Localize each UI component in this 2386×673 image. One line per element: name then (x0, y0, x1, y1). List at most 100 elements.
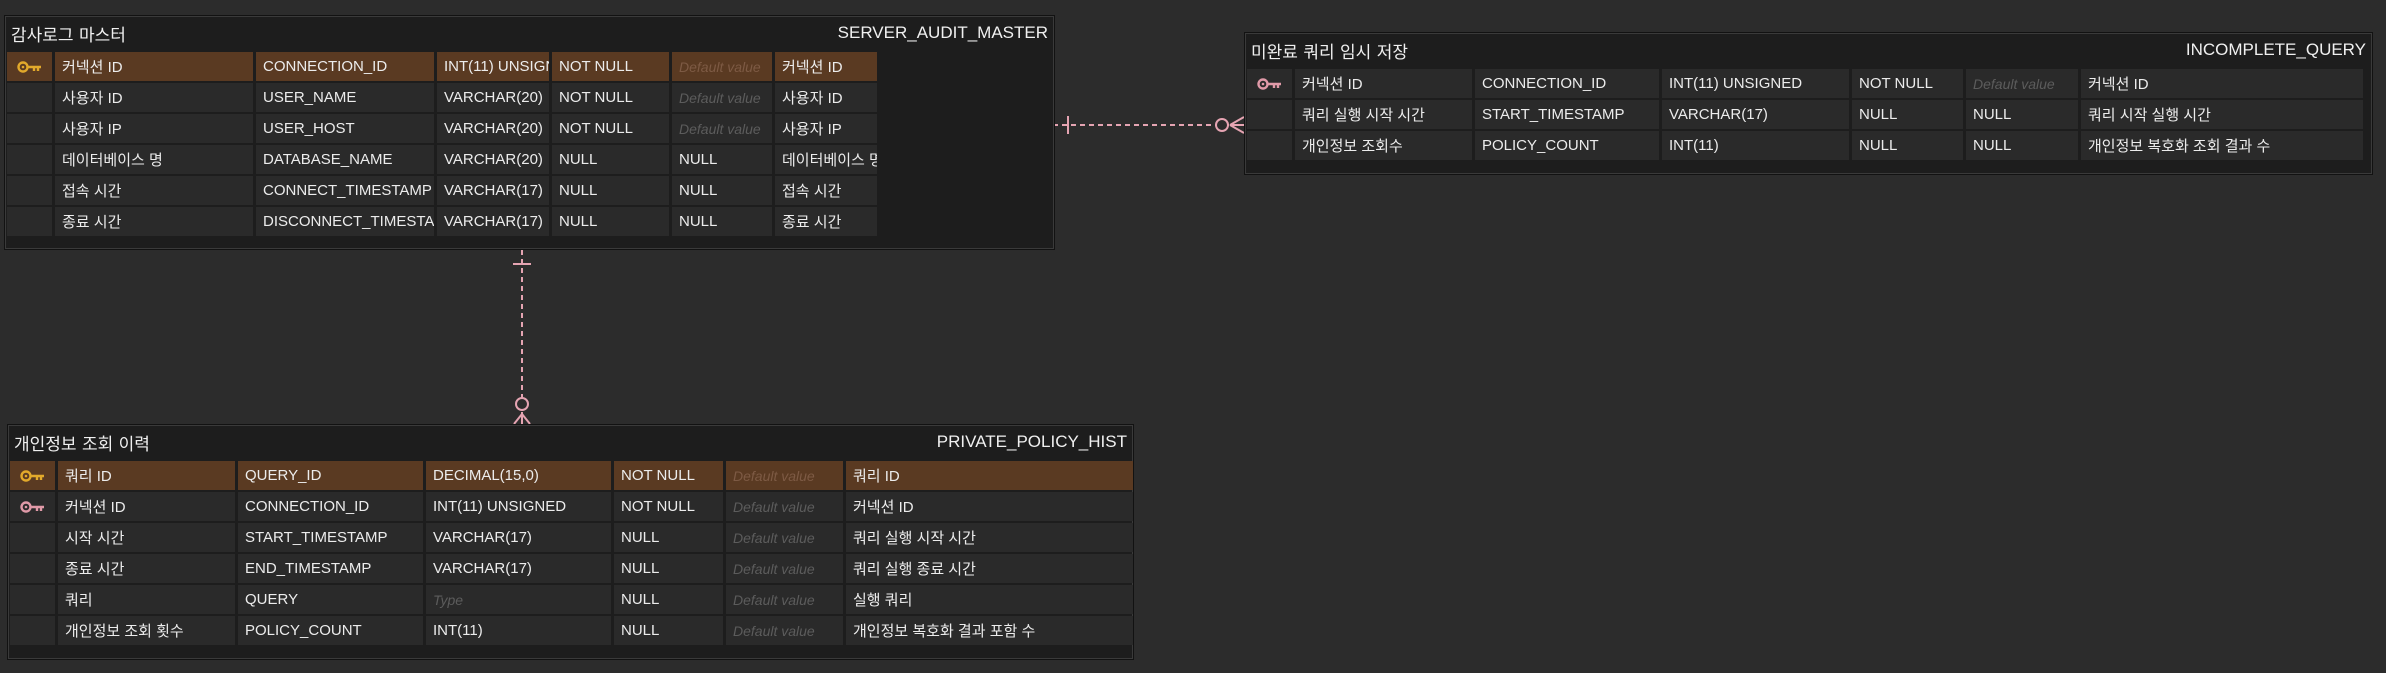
column-default[interactable]: Default value (726, 461, 843, 490)
column-type[interactable]: VARCHAR(17) (437, 176, 549, 205)
table-header[interactable]: 개인정보 조회 이력 PRIVATE_POLICY_HIST (8, 425, 1133, 459)
column-logical-name[interactable]: 쿼리 실행 시작 시간 (1295, 100, 1472, 129)
column-row[interactable]: 종료 시간DISCONNECT_TIMESTAMPVARCHAR(17)NULL… (7, 207, 1052, 236)
column-default[interactable]: Default value (726, 616, 843, 645)
column-row[interactable]: 개인정보 조회수 POLICY_COUNT INT(11) NULL NULL 개인정보 … (1247, 131, 2370, 160)
column-logical-name[interactable]: 종료 시간 (55, 207, 253, 236)
column-logical-name[interactable]: 데이터베이스 명 (55, 145, 253, 174)
column-nullable[interactable]: NOT NULL (1852, 69, 1963, 98)
column-physical-name[interactable]: POLICY_COUNT (238, 616, 423, 645)
column-physical-name[interactable]: USER_NAME (256, 83, 434, 112)
column-type[interactable]: VARCHAR(20) (437, 145, 549, 174)
column-default[interactable]: NULL (672, 207, 772, 236)
column-logical-name[interactable]: 쿼리 ID (58, 461, 235, 490)
column-type[interactable]: VARCHAR(17) (426, 523, 611, 552)
column-type[interactable]: DECIMAL(15,0) (426, 461, 611, 490)
column-physical-name[interactable]: DISCONNECT_TIMESTAMP (256, 207, 434, 236)
column-physical-name[interactable]: CONNECTION_ID (1475, 69, 1659, 98)
column-default[interactable]: Default value (726, 492, 843, 521)
column-physical-name[interactable]: DATABASE_NAME (256, 145, 434, 174)
column-type[interactable]: INT(11) UNSIGNED (426, 492, 611, 521)
column-nullable[interactable]: NULL (552, 145, 669, 174)
column-nullable[interactable]: NULL (1852, 100, 1963, 129)
column-row[interactable]: 쿼리 실행 시작 시간 START_TIMESTAMP VARCHAR(17) NUL… (1247, 100, 2370, 129)
column-row[interactable]: 개인정보 조회 횟수 POLICY_COUNT INT(11) NULL Default… (10, 616, 1133, 645)
column-type[interactable]: VARCHAR(17) (437, 207, 549, 236)
column-row[interactable]: 커넥션 IDCONNECTION_IDINT(11) UNSIGNEDNOT N… (1247, 69, 2370, 98)
column-type[interactable]: VARCHAR(20) (437, 83, 549, 112)
column-physical-name[interactable]: USER_HOST (256, 114, 434, 143)
column-row[interactable]: 커넥션 IDCONNECTION_IDINT(11) UNSIGNEDNOT N… (7, 52, 1052, 81)
column-row[interactable]: 사용자 IP USER_HOST VARCHAR(20) NOT NULL Defaul… (7, 114, 1052, 143)
column-logical-name[interactable]: 커넥션 ID (58, 492, 235, 521)
column-type[interactable]: INT(11) (1662, 131, 1849, 160)
column-default[interactable]: Default value (726, 523, 843, 552)
column-nullable[interactable]: NULL (1852, 131, 1963, 160)
column-default[interactable]: Default value (1966, 69, 2078, 98)
column-type[interactable]: Type (426, 585, 611, 614)
column-logical-name[interactable]: 시작 시간 (58, 523, 235, 552)
column-nullable[interactable]: NULL (614, 523, 723, 552)
column-nullable[interactable]: NULL (614, 616, 723, 645)
column-logical-name[interactable]: 종료 시간 (58, 554, 235, 583)
column-type[interactable]: VARCHAR(17) (426, 554, 611, 583)
column-nullable[interactable]: NOT NULL (552, 83, 669, 112)
column-comment[interactable]: 쿼리 시작 실행 시간 (2081, 100, 2363, 129)
column-logical-name[interactable]: 접속 시간 (55, 176, 253, 205)
column-type[interactable]: VARCHAR(20) (437, 114, 549, 143)
column-row[interactable]: 사용자 ID USER_NAME VARCHAR(20) NOT NULL Defaul… (7, 83, 1052, 112)
column-default[interactable]: Default value (726, 554, 843, 583)
column-physical-name[interactable]: END_TIMESTAMP (238, 554, 423, 583)
column-comment[interactable]: 커넥션 ID (2081, 69, 2363, 98)
column-comment[interactable]: 사용자 IP (775, 114, 877, 143)
column-comment[interactable]: 개인정보 복호화 조회 결과 수 (2081, 131, 2363, 160)
column-default[interactable]: NULL (1966, 100, 2078, 129)
column-logical-name[interactable]: 커넥션 ID (1295, 69, 1472, 98)
column-default[interactable]: NULL (672, 145, 772, 174)
column-comment[interactable]: 데이터베이스 명 (775, 145, 877, 174)
column-default[interactable]: Default value (726, 585, 843, 614)
column-type[interactable]: INT(11) UNSIGNED (437, 52, 549, 81)
relationship-master-policy-hist[interactable] (513, 250, 531, 425)
column-type[interactable]: INT(11) UNSIGNED (1662, 69, 1849, 98)
column-comment[interactable]: 실행 쿼리 (846, 585, 1133, 614)
column-type[interactable]: VARCHAR(17) (1662, 100, 1849, 129)
column-row[interactable]: 데이터베이스 명 DATABASE_NAME VARCHAR(20) NULL NULL… (7, 145, 1052, 174)
column-physical-name[interactable]: START_TIMESTAMP (1475, 100, 1659, 129)
column-comment[interactable]: 커넥션 ID (775, 52, 877, 81)
table-header[interactable]: 감사로그 마스터 SERVER_AUDIT_MASTER (5, 16, 1054, 50)
column-default[interactable]: Default value (672, 114, 772, 143)
column-physical-name[interactable]: QUERY_ID (238, 461, 423, 490)
column-default[interactable]: Default value (672, 52, 772, 81)
column-comment[interactable]: 쿼리 ID (846, 461, 1133, 490)
column-physical-name[interactable]: QUERY (238, 585, 423, 614)
column-nullable[interactable]: NULL (552, 207, 669, 236)
column-default[interactable]: NULL (672, 176, 772, 205)
column-row[interactable]: 쿼리 ID QUERY_ID DECIMAL(15,0) NOT NULL Defaul… (10, 461, 1133, 490)
column-physical-name[interactable]: CONNECTION_ID (238, 492, 423, 521)
column-physical-name[interactable]: START_TIMESTAMP (238, 523, 423, 552)
table-private-policy-hist[interactable]: 개인정보 조회 이력 PRIVATE_POLICY_HIST 쿼리 ID QUER… (7, 424, 1134, 660)
column-type[interactable]: INT(11) (426, 616, 611, 645)
column-comment[interactable]: 쿼리 실행 시작 시간 (846, 523, 1133, 552)
table-incomplete-query[interactable]: 미완료 쿼리 임시 저장 INCOMPLETE_QUERY 커넥션 ID CONN… (1244, 32, 2373, 175)
column-comment[interactable]: 종료 시간 (775, 207, 877, 236)
column-nullable[interactable]: NULL (614, 554, 723, 583)
column-nullable[interactable]: NOT NULL (614, 492, 723, 521)
column-logical-name[interactable]: 개인정보 조회 횟수 (58, 616, 235, 645)
column-nullable[interactable]: NULL (552, 176, 669, 205)
column-logical-name[interactable]: 개인정보 조회수 (1295, 131, 1472, 160)
column-row[interactable]: 시작 시간 START_TIMESTAMP VARCHAR(17) NULL Defau… (10, 523, 1133, 552)
column-comment[interactable]: 개인정보 복호화 결과 포함 수 (846, 616, 1133, 645)
column-physical-name[interactable]: CONNECTION_ID (256, 52, 434, 81)
column-comment[interactable]: 접속 시간 (775, 176, 877, 205)
table-header[interactable]: 미완료 쿼리 임시 저장 INCOMPLETE_QUERY (1245, 33, 2372, 67)
column-row[interactable]: 커넥션 IDCONNECTION_IDINT(11) UNSIGNEDNOT N… (10, 492, 1133, 521)
column-physical-name[interactable]: CONNECT_TIMESTAMP (256, 176, 434, 205)
column-comment[interactable]: 사용자 ID (775, 83, 877, 112)
column-logical-name[interactable]: 사용자 ID (55, 83, 253, 112)
column-physical-name[interactable]: POLICY_COUNT (1475, 131, 1659, 160)
column-default[interactable]: Default value (672, 83, 772, 112)
column-logical-name[interactable]: 커넥션 ID (55, 52, 253, 81)
column-row[interactable]: 종료 시간 END_TIMESTAMP VARCHAR(17) NULL Default… (10, 554, 1133, 583)
